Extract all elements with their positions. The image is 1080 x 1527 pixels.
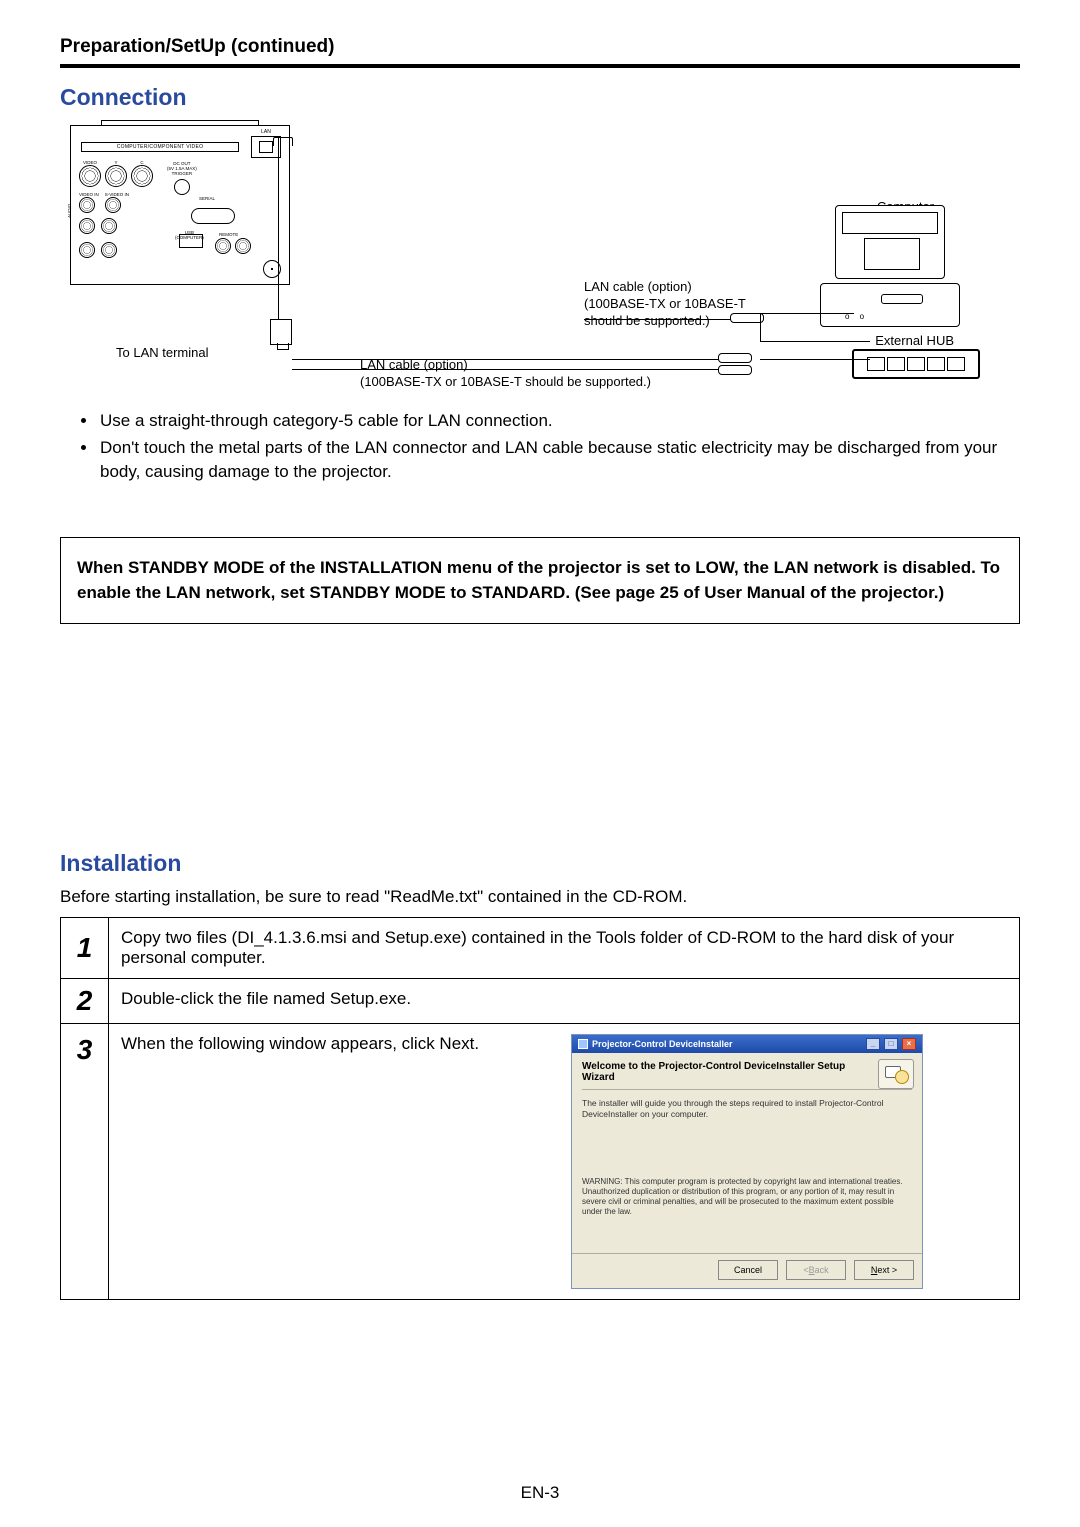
connection-title: Connection (60, 84, 1020, 111)
video-jacks: VIDEO Y C (79, 160, 153, 187)
page-header: Preparation/SetUp (continued) (60, 36, 1020, 58)
installer-wizard-window: Projector-Control DeviceInstaller _ □ × … (571, 1034, 923, 1289)
table-row: 3 When the following window appears, cli… (61, 1024, 1020, 1300)
installation-intro: Before starting installation, be sure to… (60, 887, 1020, 907)
audio-jack-2 (101, 218, 117, 234)
installation-steps-table: 1 Copy two files (DI_4.1.3.6.msi and Set… (60, 917, 1020, 1300)
installation-title: Installation (60, 850, 1020, 877)
wizard-titlebar: Projector-Control DeviceInstaller _ □ × (572, 1035, 922, 1053)
y-label: Y (105, 160, 127, 165)
table-row: 2 Double-click the file named Setup.exe. (61, 979, 1020, 1024)
header-rule (60, 64, 1020, 68)
maximize-button[interactable]: □ (884, 1038, 898, 1050)
to-lan-terminal-label: To LAN terminal (116, 345, 208, 360)
back-button[interactable]: < Back (786, 1260, 846, 1280)
cancel-button[interactable]: Cancel (718, 1260, 778, 1280)
step-number: 1 (61, 918, 109, 979)
usb-port (179, 234, 203, 248)
lan-cable-label-2: LAN cable (option) (100BASE-TX or 10BASE… (584, 279, 746, 330)
standby-notice: When STANDBY MODE of the INSTALLATION me… (60, 537, 1020, 624)
cable-end-icon (718, 365, 752, 375)
external-hub-label: External HUB (875, 333, 954, 348)
remote-label: REMOTE (219, 232, 238, 237)
minimize-button[interactable]: _ (866, 1038, 880, 1050)
wizard-title-text: Projector-Control DeviceInstaller (592, 1039, 733, 1049)
remote-jack-2 (235, 238, 251, 254)
next-button[interactable]: Next > (854, 1260, 914, 1280)
step-text: Copy two files (DI_4.1.3.6.msi and Setup… (109, 918, 1020, 979)
table-row: 1 Copy two files (DI_4.1.3.6.msi and Set… (61, 918, 1020, 979)
wizard-description: The installer will guide you through the… (582, 1098, 912, 1119)
svideo-in-label: S-VIDEO IN (105, 192, 129, 197)
audio-jack-1 (79, 218, 95, 234)
wizard-welcome: Welcome to the Projector-Control DeviceI… (582, 1061, 912, 1083)
connection-bullets: Use a straight-through category-5 cable … (84, 409, 1020, 485)
serial-label: SERIAL (199, 196, 215, 201)
step-text: When the following window appears, click… (121, 1034, 551, 1054)
wizard-hero-icon (878, 1059, 914, 1089)
connection-diagram: COMPUTER/COMPONENT VIDEO LAN VIDEO Y C (60, 121, 1020, 391)
step-text-cell: When the following window appears, click… (109, 1024, 1020, 1300)
step-number: 3 (61, 1024, 109, 1300)
dc-out-label: DC OUT (5V 1.5A MAX) TRIGGER (167, 162, 197, 195)
panel-strip-label: COMPUTER/COMPONENT VIDEO (81, 142, 239, 152)
step-number: 2 (61, 979, 109, 1024)
audio-label: AUDIO (67, 204, 72, 218)
window-icon (578, 1039, 588, 1049)
remote-jack-1 (215, 238, 231, 254)
audio-jack-4 (101, 242, 117, 258)
audio-jack-3 (79, 242, 95, 258)
wizard-warning: WARNING: This computer program is protec… (582, 1177, 912, 1217)
rj45-connector-icon (270, 319, 292, 345)
page-number: EN-3 (0, 1483, 1080, 1503)
lan-cable-label-1: LAN cable (option) (100BASE-TX or 10BASE… (360, 357, 651, 391)
cable-end-icon (718, 353, 752, 363)
video-label: VIDEO (79, 160, 101, 165)
bullet-item: Don't touch the metal parts of the LAN c… (98, 436, 1020, 485)
serial-port (191, 208, 235, 224)
c-label: C (131, 160, 153, 165)
close-button[interactable]: × (902, 1038, 916, 1050)
bullet-item: Use a straight-through category-5 cable … (98, 409, 1020, 434)
video-in-label: VIDEO IN (79, 192, 99, 197)
hub-icon (852, 349, 980, 379)
lan-label: LAN (261, 129, 271, 135)
projector-rear-panel: COMPUTER/COMPONENT VIDEO LAN VIDEO Y C (70, 125, 290, 285)
step-text: Double-click the file named Setup.exe. (109, 979, 1020, 1024)
